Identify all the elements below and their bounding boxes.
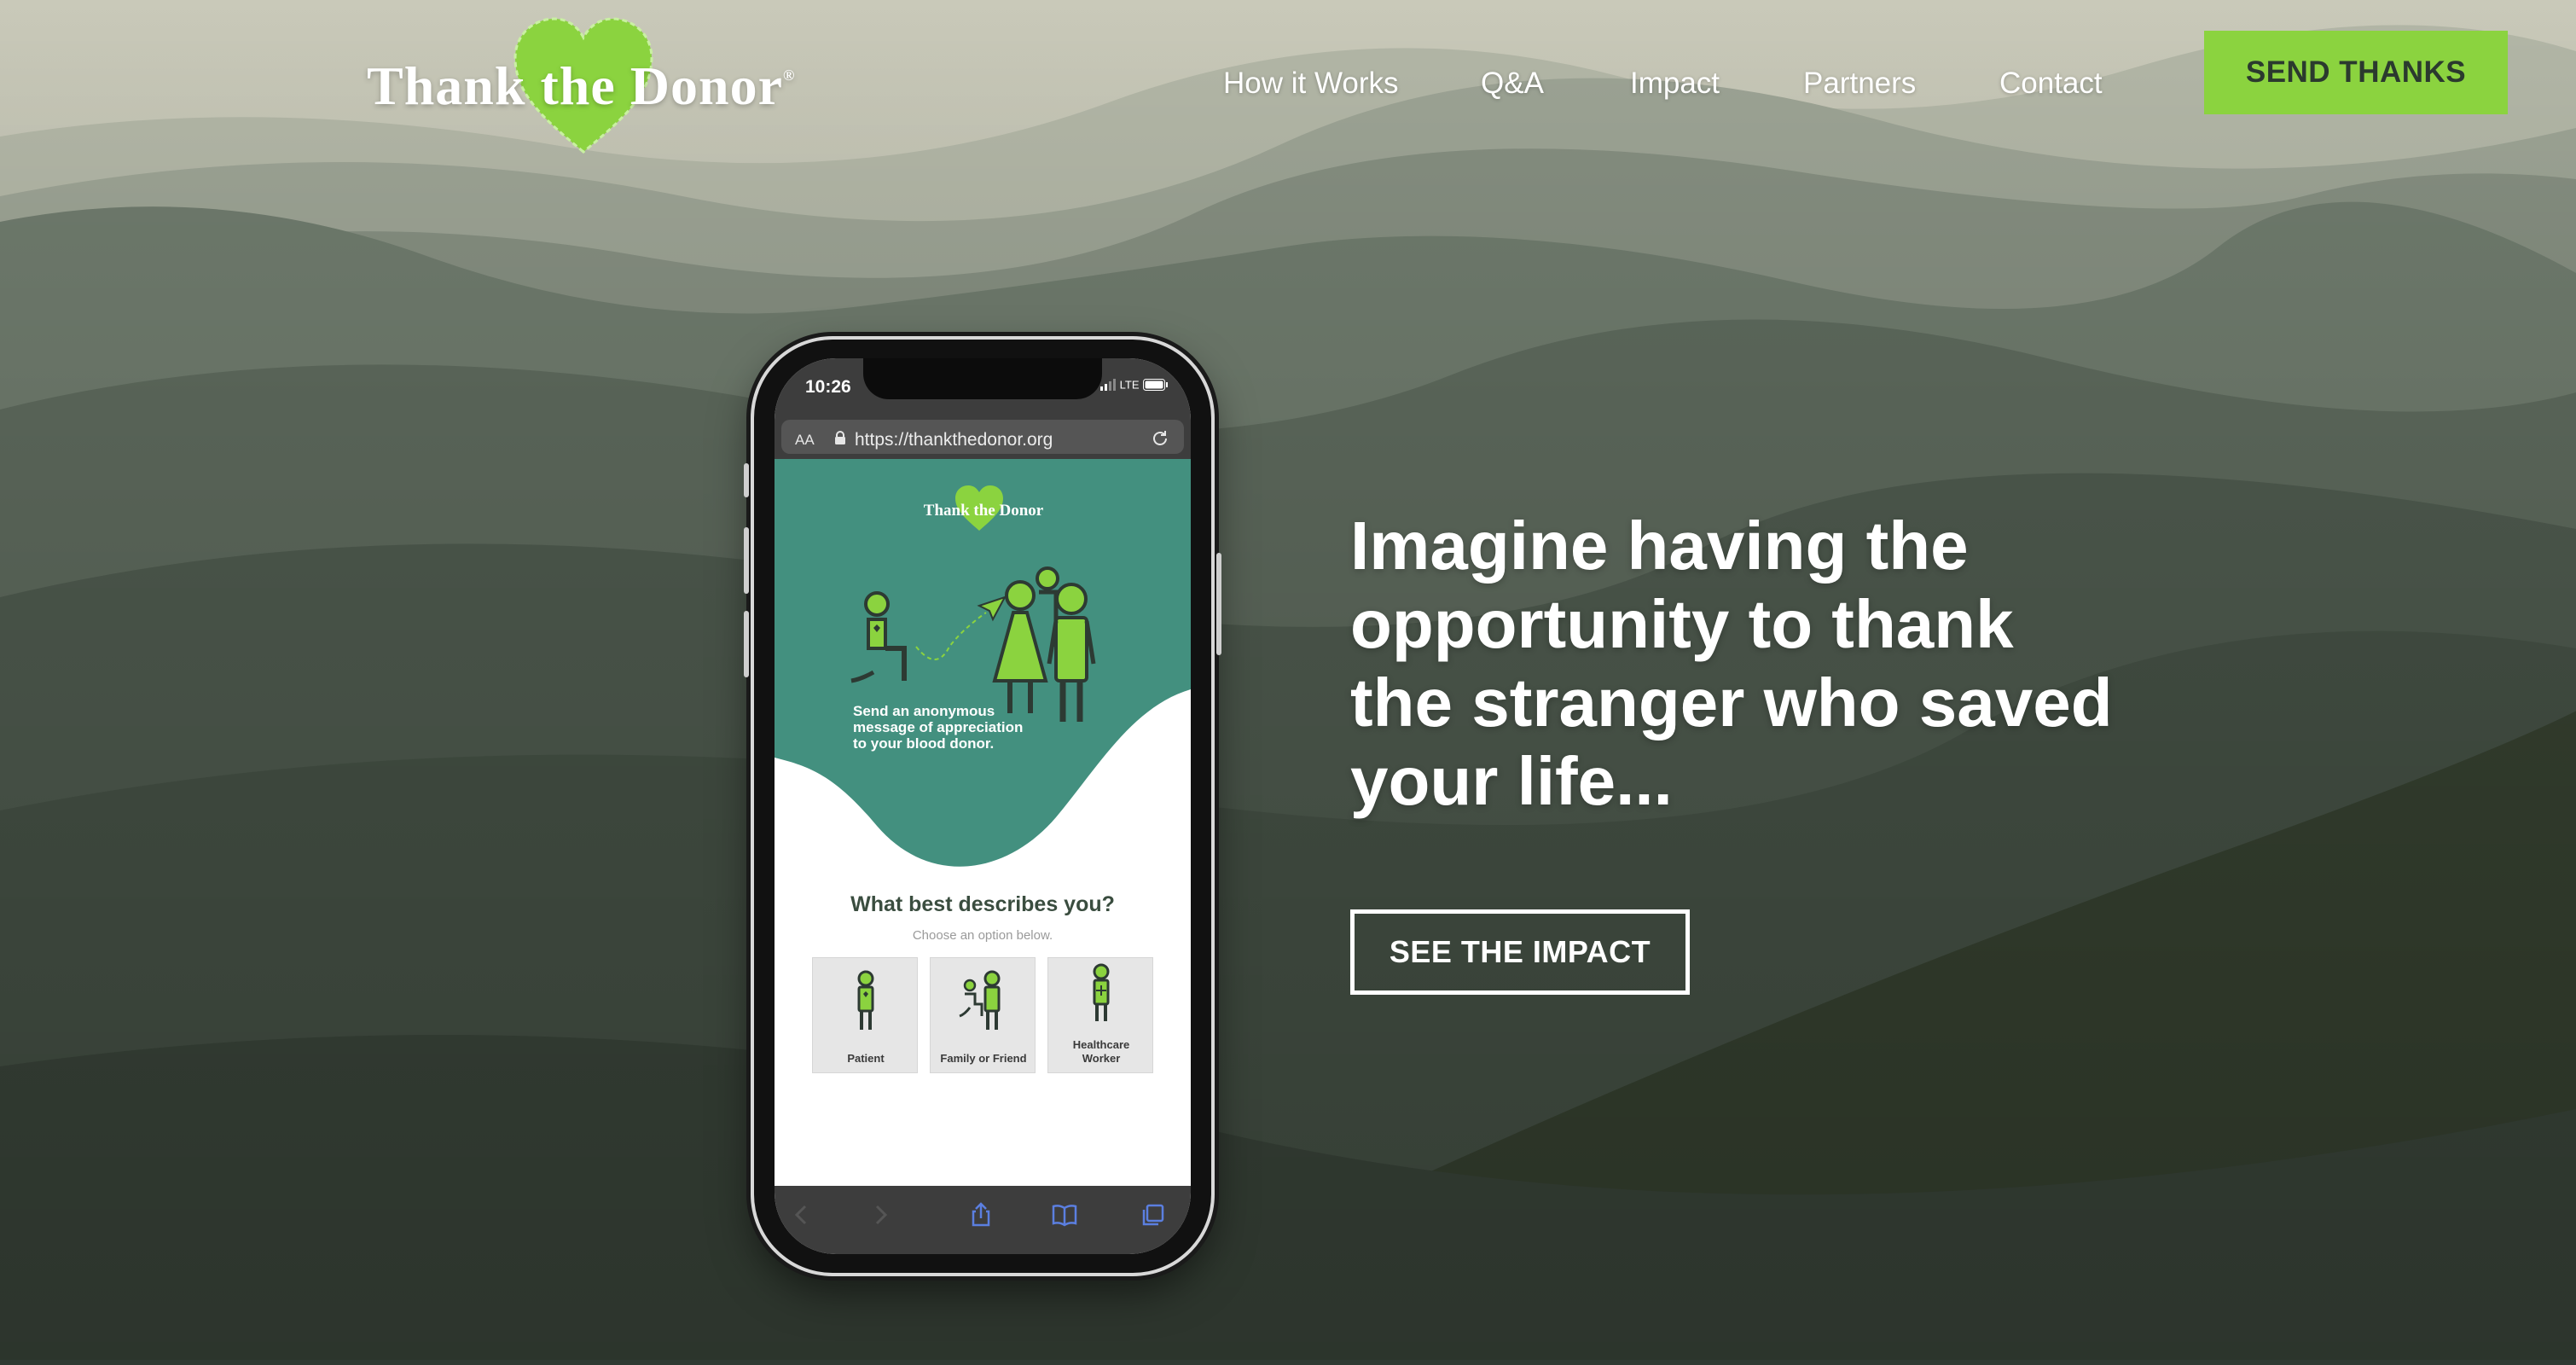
lock-icon (835, 431, 845, 444)
battery-icon (1143, 378, 1168, 391)
option-family-or-friend[interactable]: Family or Friend (930, 957, 1036, 1073)
phone-notch (863, 358, 1102, 399)
option-healthcare-worker[interactable]: Healthcare Worker (1047, 957, 1153, 1073)
share-icon[interactable] (967, 1201, 995, 1228)
option-patient[interactable]: Patient (812, 957, 918, 1073)
nav-contact[interactable]: Contact (1999, 67, 2103, 101)
option-patient-label: Patient (847, 1052, 885, 1065)
mini-logo: Thank the Donor (911, 485, 1056, 536)
reload-icon[interactable] (1150, 428, 1170, 449)
signal-icon (1100, 378, 1117, 391)
phone-volume-down (744, 611, 749, 677)
see-the-impact-button[interactable]: SEE THE IMPACT (1350, 909, 1690, 995)
phone-screen: 10:26 LTE AA https://thankthedonor.org T… (775, 358, 1191, 1254)
nav-how-it-works[interactable]: How it Works (1223, 67, 1399, 101)
option-healthcare-label: Healthcare Worker (1072, 1038, 1130, 1065)
page-bottom-edge (0, 1360, 2576, 1365)
forward-icon[interactable] (867, 1201, 894, 1228)
back-icon[interactable] (788, 1201, 815, 1228)
mountain-background (0, 0, 2576, 1365)
status-time: 10:26 (805, 377, 851, 397)
family-icon (959, 970, 1001, 1030)
phone-caption: Send an anonymous message of appreciatio… (853, 703, 1024, 752)
phone-mockup: 10:26 LTE AA https://thankthedonor.org T… (744, 340, 1221, 1273)
option-family-label: Family or Friend (940, 1052, 1027, 1065)
phone-mute-switch (744, 463, 749, 497)
text-size-button[interactable]: AA (795, 432, 815, 449)
nav-partners[interactable]: Partners (1803, 67, 1916, 101)
status-icons: LTE (1100, 377, 1169, 394)
bookmarks-icon[interactable] (1051, 1201, 1078, 1228)
tabs-icon[interactable] (1140, 1201, 1167, 1228)
phone-volume-up (744, 527, 749, 594)
phone-power-button (1216, 553, 1221, 655)
browser-url-bar: AA https://thankthedonor.org (775, 415, 1191, 459)
url-text: https://thankthedonor.org (855, 430, 1053, 450)
nav-impact[interactable]: Impact (1630, 67, 1720, 101)
main-nav: How it Works Q&A Impact Partners Contact (0, 67, 2576, 118)
hero-headline: Imagine having the opportunity to thank … (1350, 508, 2113, 819)
phone-web-content: Thank the Donor Send an anonymous messag… (775, 459, 1191, 1186)
mini-logo-text: Thank the Donor (923, 502, 1044, 520)
patient-icon (857, 970, 874, 1030)
phone-status-bar: 10:26 LTE (775, 358, 1191, 415)
url-field[interactable]: AA https://thankthedonor.org (781, 420, 1184, 454)
nav-qa[interactable]: Q&A (1481, 67, 1544, 101)
role-options: Patient Family or Friend Healthcare Work… (812, 957, 1153, 1073)
network-label: LTE (1119, 378, 1140, 392)
send-thanks-button[interactable]: SEND THANKS (2204, 31, 2508, 114)
healthcare-worker-icon (1093, 963, 1110, 1021)
question-title: What best describes you? (850, 892, 1115, 916)
browser-toolbar (775, 1186, 1191, 1254)
question-hint: Choose an option below. (912, 928, 1053, 943)
